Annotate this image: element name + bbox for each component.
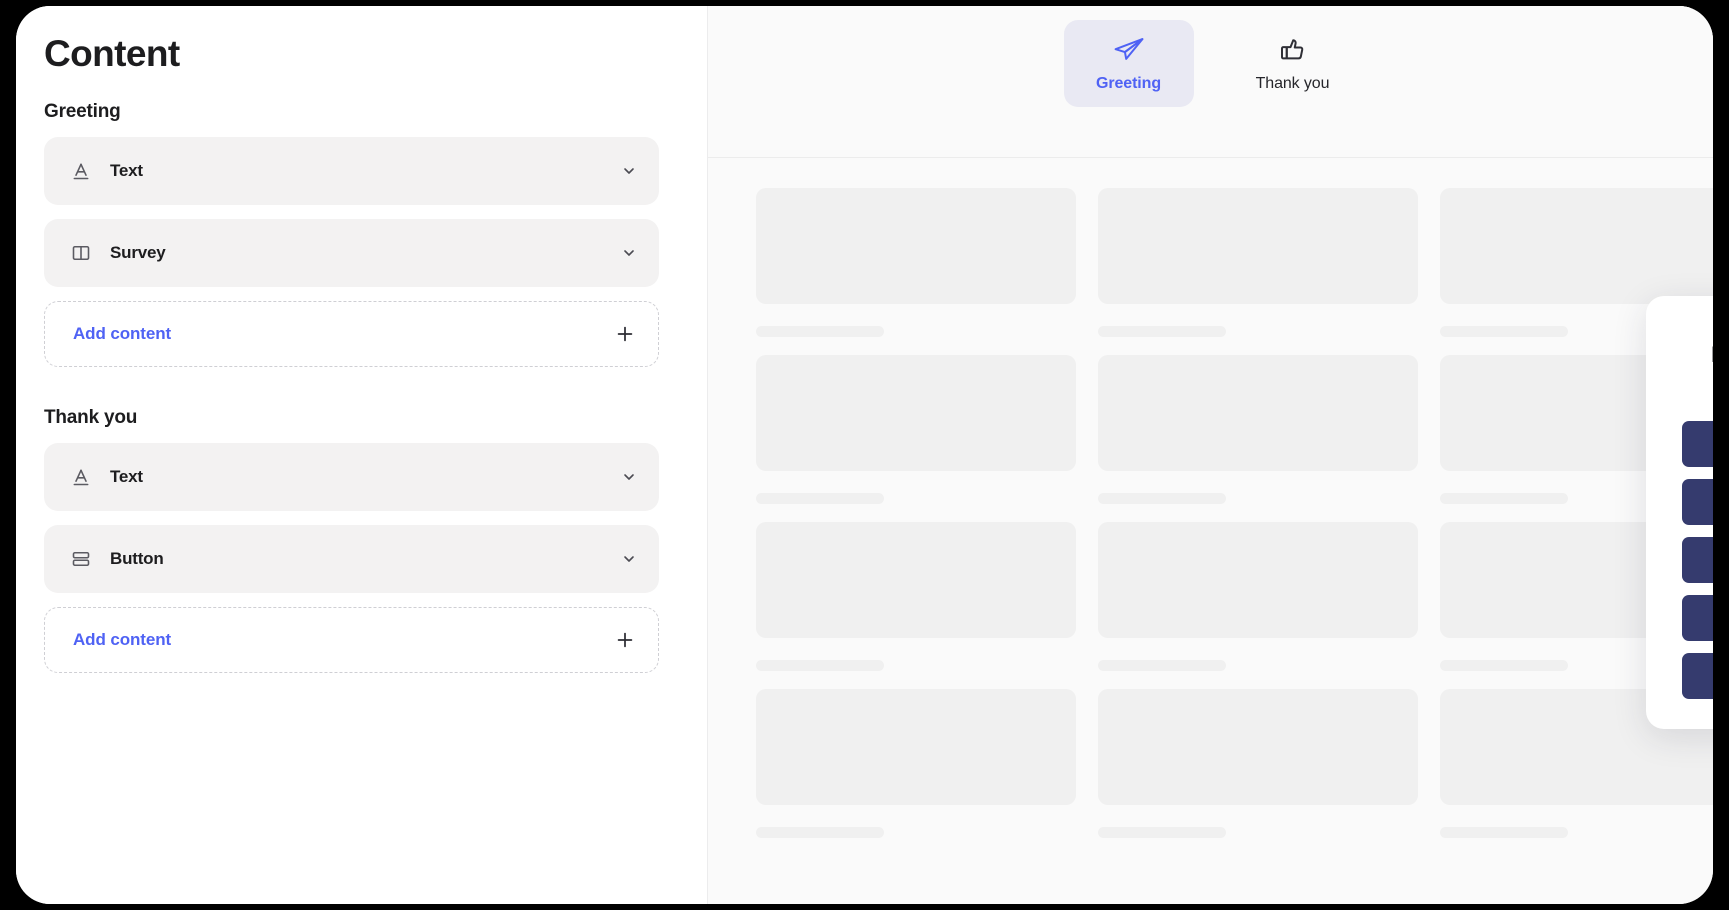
- skeleton-card: [1098, 522, 1418, 671]
- tab-thank-you[interactable]: Thank you: [1228, 20, 1358, 107]
- survey-option[interactable]: 3: [1682, 536, 1713, 583]
- plus-icon[interactable]: [614, 629, 636, 651]
- skeleton-block: [1098, 188, 1418, 304]
- skeleton-placeholder-grid: [708, 158, 1713, 904]
- skeleton-bar: [1098, 660, 1226, 671]
- skeleton-bar: [1098, 493, 1226, 504]
- skeleton-bar: [1440, 326, 1568, 337]
- paper-plane-icon: [1112, 32, 1146, 66]
- skeleton-block: [756, 355, 1076, 471]
- skeleton-block: [756, 522, 1076, 638]
- preview-tab-bar: Greeting Thank you: [708, 6, 1713, 158]
- survey-option[interactable]: 4: [1682, 478, 1713, 525]
- add-content-label: Add content: [73, 323, 172, 343]
- chevron-down-icon[interactable]: [621, 469, 637, 485]
- chevron-down-icon[interactable]: [621, 245, 637, 261]
- skeleton-bar: [1440, 660, 1568, 671]
- page-title: Content: [44, 33, 180, 74]
- content-row-label: Text: [110, 160, 143, 180]
- skeleton-bar: [756, 827, 884, 838]
- tab-label: Greeting: [1096, 75, 1161, 92]
- survey-modal: How have you found your onboarding exper…: [1646, 296, 1713, 729]
- survey-icon: [70, 242, 92, 264]
- skeleton-card: [1098, 188, 1418, 337]
- preview-panel: Greeting Thank you: [708, 6, 1713, 904]
- content-row-label: Text: [110, 466, 143, 486]
- section-title-greeting: Greeting: [44, 100, 121, 122]
- skeleton-bar: [1440, 827, 1568, 838]
- skeleton-card: [1098, 689, 1418, 838]
- content-sidebar: Content Greeting Text Survey Add content…: [16, 6, 708, 904]
- plus-icon[interactable]: [614, 323, 636, 345]
- skeleton-bar: [1098, 827, 1226, 838]
- content-row-survey-greeting[interactable]: Survey: [44, 218, 659, 287]
- tab-greeting[interactable]: Greeting: [1063, 20, 1194, 107]
- button-icon: [70, 548, 92, 570]
- skeleton-bar: [1098, 326, 1226, 337]
- content-row-label: Survey: [110, 242, 166, 262]
- add-content-label: Add content: [73, 629, 172, 649]
- skeleton-block: [1098, 689, 1418, 805]
- survey-option[interactable]: 2: [1682, 594, 1713, 641]
- skeleton-block: [1098, 522, 1418, 638]
- text-icon: [70, 160, 92, 182]
- chevron-down-icon[interactable]: [621, 163, 637, 179]
- content-row-text-thankyou[interactable]: Text: [44, 442, 659, 511]
- add-content-button-greeting[interactable]: Add content: [44, 300, 659, 367]
- skeleton-block: [1098, 355, 1418, 471]
- chevron-down-icon[interactable]: [621, 551, 637, 567]
- survey-question: How have you found your onboarding exper…: [1682, 340, 1713, 399]
- skeleton-card: [1098, 355, 1418, 504]
- skeleton-bar: [756, 660, 884, 671]
- survey-option[interactable]: 1 - Very unsatisfied: [1682, 652, 1713, 699]
- add-content-button-thankyou[interactable]: Add content: [44, 606, 659, 673]
- skeleton-block: [756, 689, 1076, 805]
- skeleton-bar: [756, 326, 884, 337]
- survey-option[interactable]: 5 - Very satisfied: [1682, 420, 1713, 467]
- content-row-button-thankyou[interactable]: Button: [44, 524, 659, 593]
- skeleton-bar: [1440, 493, 1568, 504]
- section-title-thankyou: Thank you: [44, 406, 138, 428]
- text-icon: [70, 466, 92, 488]
- skeleton-card: [756, 522, 1076, 671]
- skeleton-bar: [756, 493, 884, 504]
- skeleton-card: [756, 689, 1076, 838]
- thumbs-up-icon: [1278, 32, 1308, 66]
- content-row-text-greeting[interactable]: Text: [44, 136, 659, 205]
- skeleton-block: [756, 188, 1076, 304]
- survey-options: 5 - Very satisfied 4 3 2 1 - Very unsati…: [1682, 420, 1713, 699]
- section-thankyou: Thank you Text Button Add content: [44, 407, 659, 673]
- app-window: Content Greeting Text Survey Add content…: [16, 6, 1713, 904]
- content-row-label: Button: [110, 548, 164, 568]
- section-greeting: Greeting Text Survey Add content: [44, 101, 659, 367]
- skeleton-block: [1440, 188, 1713, 304]
- tab-label: Thank you: [1255, 75, 1330, 92]
- skeleton-card: [756, 188, 1076, 337]
- skeleton-card: [756, 355, 1076, 504]
